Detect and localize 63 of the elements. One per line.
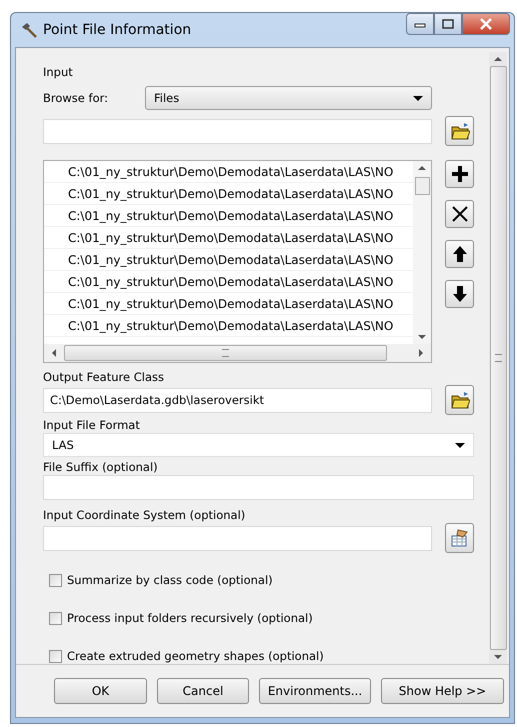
close-icon — [479, 18, 493, 30]
close-button[interactable] — [462, 13, 510, 35]
scroll-thumb[interactable] — [414, 177, 430, 195]
table-icon — [450, 528, 470, 548]
scroll-arrow-icon[interactable] — [418, 335, 426, 339]
arrow-down-icon — [450, 285, 468, 303]
folder-icon — [450, 121, 470, 141]
checkbox-label: Create extruded geometry shapes (optional) — [67, 649, 324, 663]
checkbox-label: Process input folders recursively (optional) — [67, 611, 313, 625]
list-item[interactable]: C:\01_ny_struktur\Demo\Demodata\Laserdata\LAS\NO — [44, 205, 413, 227]
field-label: Output Feature Class — [43, 369, 165, 385]
output-field[interactable]: C:\Demo\Laserdata.gdb\laseroversikt — [43, 388, 432, 412]
list-item[interactable]: C:\01_ny_struktur\Demo\Demodata\Laserdata\LAS\NO — [44, 227, 413, 249]
checkbox[interactable] — [49, 612, 62, 624]
list-item[interactable]: C:\01_ny_struktur\Demo\Demodata\Laserdata\LAS\NO — [44, 315, 413, 337]
browse-button[interactable] — [445, 385, 474, 415]
checkbox[interactable] — [49, 574, 62, 586]
dialog-button[interactable]: Environments... — [259, 678, 371, 704]
scroll-arrow-icon[interactable] — [494, 57, 502, 61]
dropdown-arrow-icon — [455, 442, 465, 448]
window-title: Point File Information — [43, 22, 192, 38]
arrow-up-icon — [450, 245, 468, 263]
plus-icon — [450, 165, 468, 183]
browse-button[interactable] — [445, 116, 474, 146]
remove-button[interactable] — [445, 200, 474, 228]
field-label: File Suffix (optional) — [43, 459, 159, 475]
cross-icon — [450, 205, 468, 223]
list-item[interactable]: C:\01_ny_struktur\Demo\Demodata\Laserdata\LAS\NO — [44, 293, 413, 315]
scroll-arrow-icon[interactable] — [418, 166, 426, 170]
section-label: Input — [43, 64, 74, 80]
scroll-arrow-icon[interactable] — [419, 349, 423, 357]
input-field[interactable] — [43, 118, 432, 144]
list-item[interactable]: C:\01_ny_struktur\Demo\Demodata\Laserdata\LAS\NO — [44, 161, 413, 183]
list-scrollbar[interactable] — [413, 161, 431, 344]
input-field[interactable] — [43, 526, 432, 550]
dropdown-arrow-icon — [413, 96, 423, 100]
move-down-button[interactable] — [445, 280, 474, 308]
dialog-button[interactable]: Cancel — [157, 678, 249, 704]
list-item[interactable]: C:\01_ny_struktur\Demo\Demodata\Laserdata\LAS\NO — [44, 183, 413, 205]
list-item[interactable]: C:\01_ny_struktur\Demo\Demodata\Laserdata\LAS\NO — [44, 271, 413, 293]
file-list[interactable] — [43, 160, 432, 363]
scroll-arrow-icon[interactable] — [494, 655, 502, 659]
format-dropdown[interactable]: LAS — [43, 433, 474, 457]
dialog-button[interactable]: OK — [54, 678, 147, 704]
folder-icon — [450, 390, 470, 410]
checkbox[interactable] — [49, 650, 62, 662]
field-label: Input File Format — [43, 417, 141, 433]
dialog-button[interactable]: Show Help >> — [381, 678, 504, 704]
maximize-icon — [442, 19, 454, 29]
browse-dropdown[interactable]: Files — [145, 86, 432, 110]
scroll-arrow-icon[interactable] — [52, 349, 56, 357]
checkbox-label: Summarize by class code (optional) — [67, 573, 273, 587]
horizontal-scrollbar[interactable] — [44, 344, 431, 362]
input-field[interactable] — [43, 475, 474, 500]
maximize-button[interactable] — [434, 13, 462, 35]
list-item[interactable]: C:\01_ny_struktur\Demo\Demodata\Laserdata\LAS\NO — [44, 249, 413, 271]
field-label: Input Coordinate System (optional) — [43, 507, 246, 523]
move-up-button[interactable] — [445, 240, 474, 268]
coordinate-system-button[interactable] — [445, 523, 474, 553]
field-label: Browse for: — [43, 91, 110, 105]
scroll-thumb[interactable] — [64, 345, 387, 361]
minimize-button[interactable] — [406, 13, 434, 35]
add-button[interactable] — [445, 160, 474, 188]
